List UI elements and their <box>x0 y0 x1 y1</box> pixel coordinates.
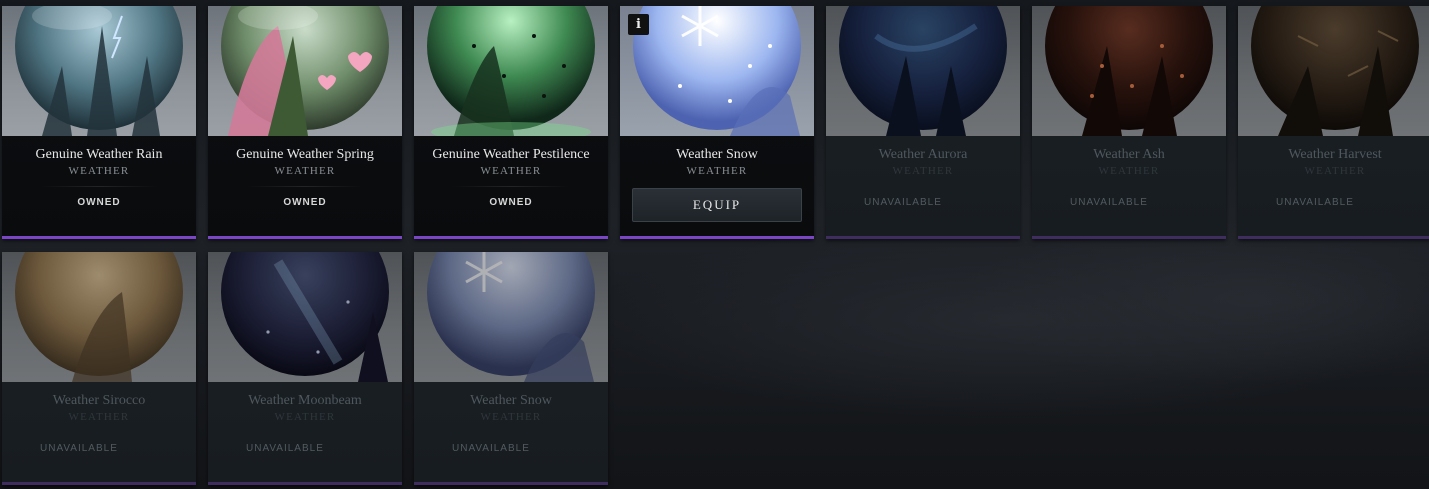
snow-globe-icon <box>427 252 595 382</box>
sirocco-globe-icon <box>15 252 183 382</box>
ownership-status: OWNED <box>283 197 327 208</box>
item-type: WEATHER <box>1304 165 1366 177</box>
item-name: Genuine Weather Pestilence <box>432 147 590 162</box>
aurora-globe-icon <box>839 6 1007 136</box>
snow-globe-icon <box>633 6 801 136</box>
item-name: Weather Harvest <box>1288 147 1382 162</box>
spring-globe-icon <box>221 6 389 136</box>
item-type: WEATHER <box>892 165 954 177</box>
item-name: Genuine Weather Rain <box>35 147 163 162</box>
item-name: Weather Moonbeam <box>248 393 362 408</box>
ownership-status: OWNED <box>489 197 533 208</box>
item-artwork <box>414 6 608 136</box>
item-card-weather-pestilence[interactable]: Genuine Weather Pestilence WEATHER OWNED <box>414 6 608 239</box>
item-artwork <box>1032 6 1226 136</box>
ownership-status: UNAVAILABLE <box>246 443 324 454</box>
ownership-status: OWNED <box>77 197 121 208</box>
ownership-status: UNAVAILABLE <box>452 443 530 454</box>
item-card-weather-rain[interactable]: Genuine Weather Rain WEATHER OWNED <box>2 6 196 239</box>
ownership-status: UNAVAILABLE <box>1070 197 1148 208</box>
item-name: Weather Aurora <box>878 147 968 162</box>
item-card-weather-ash[interactable]: Weather Ash WEATHER UNAVAILABLE <box>1032 6 1226 239</box>
item-name: Weather Ash <box>1093 147 1165 162</box>
ash-globe-icon <box>1045 6 1213 136</box>
item-card-weather-spring[interactable]: Genuine Weather Spring WEATHER OWNED <box>208 6 402 239</box>
item-type: WEATHER <box>68 411 130 423</box>
item-type: WEATHER <box>480 165 542 177</box>
ownership-status: UNAVAILABLE <box>1276 197 1354 208</box>
item-type: WEATHER <box>274 411 336 423</box>
item-name: Weather Sirocco <box>52 393 146 408</box>
item-type: WEATHER <box>480 411 542 423</box>
equip-button[interactable]: EQUIP <box>632 188 802 222</box>
item-type: WEATHER <box>274 165 336 177</box>
ownership-status: UNAVAILABLE <box>40 443 118 454</box>
item-name: Weather Snow <box>470 393 552 408</box>
item-type: WEATHER <box>68 165 130 177</box>
item-artwork <box>826 6 1020 136</box>
item-card-weather-harvest[interactable]: Weather Harvest WEATHER UNAVAILABLE <box>1238 6 1429 239</box>
item-type: WEATHER <box>1098 165 1160 177</box>
ownership-status: UNAVAILABLE <box>864 197 942 208</box>
item-artwork <box>2 6 196 136</box>
info-icon[interactable]: i <box>628 14 649 35</box>
item-artwork <box>620 6 814 136</box>
moonbeam-globe-icon <box>221 252 389 382</box>
divider <box>452 186 570 187</box>
item-artwork <box>208 6 402 136</box>
item-card-weather-sirocco[interactable]: Weather Sirocco WEATHER UNAVAILABLE <box>2 252 196 485</box>
harvest-globe-icon <box>1251 6 1419 136</box>
item-name: Weather Snow <box>676 147 758 162</box>
item-artwork <box>2 252 196 382</box>
item-type: WEATHER <box>686 165 748 177</box>
item-artwork <box>1238 6 1429 136</box>
divider <box>246 186 364 187</box>
item-card-weather-snow-equippable[interactable]: i Weather Snow WEATHER EQUIP <box>620 6 814 239</box>
pestilence-globe-icon <box>427 6 595 136</box>
item-artwork <box>414 252 608 382</box>
item-card-weather-aurora[interactable]: Weather Aurora WEATHER UNAVAILABLE <box>826 6 1020 239</box>
item-artwork <box>208 252 402 382</box>
item-card-weather-snow-unavailable[interactable]: Weather Snow WEATHER UNAVAILABLE <box>414 252 608 485</box>
divider <box>40 186 158 187</box>
weather-item-grid: Genuine Weather Rain WEATHER OWNED Genui… <box>2 6 1429 485</box>
rain-globe-icon <box>15 6 183 136</box>
item-card-weather-moonbeam[interactable]: Weather Moonbeam WEATHER UNAVAILABLE <box>208 252 402 485</box>
item-name: Genuine Weather Spring <box>236 147 374 162</box>
